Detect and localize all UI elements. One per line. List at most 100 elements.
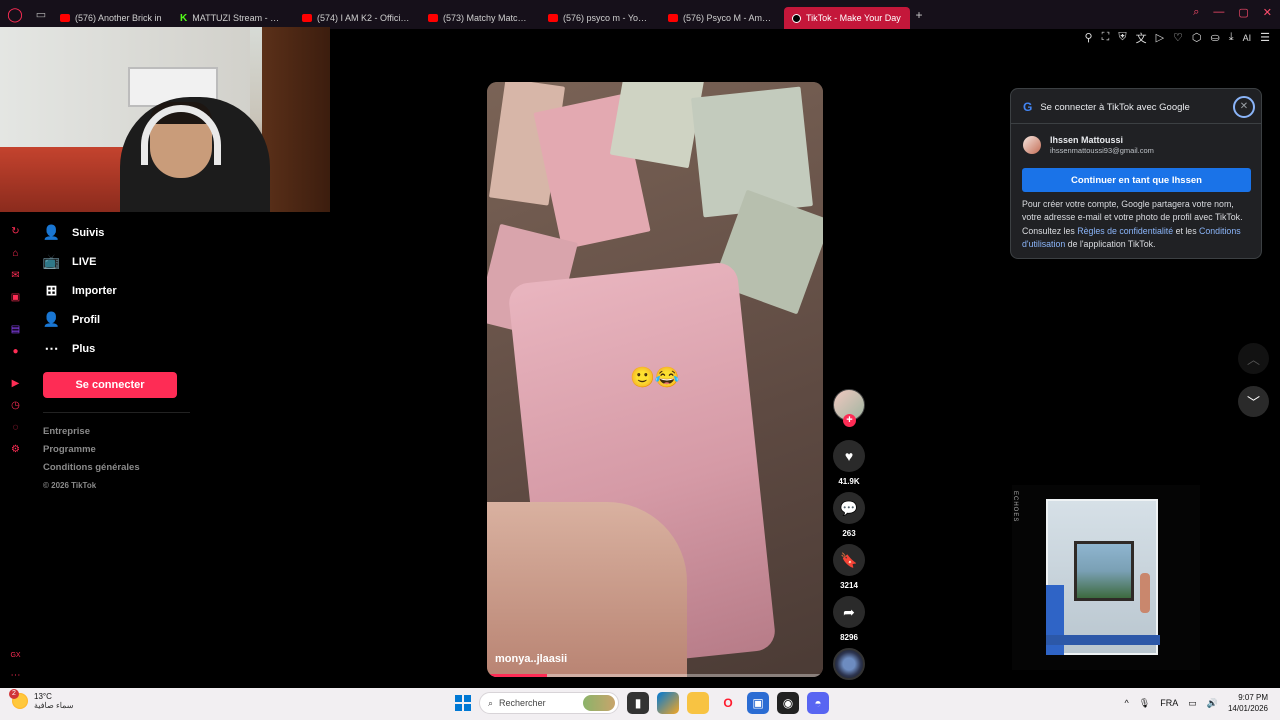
translate-icon[interactable]: 文: [1136, 30, 1147, 46]
extension-icon[interactable]: ●: [10, 346, 21, 357]
like-button[interactable]: ♥: [833, 440, 865, 472]
history-icon[interactable]: ↻: [10, 226, 21, 237]
twitch-icon[interactable]: ▤: [10, 324, 21, 335]
windows-taskbar: 2 13°C سماء صافية ⌕ Rechercher ▮ O ▣ ◉ ◓…: [0, 688, 1280, 720]
copilot-icon[interactable]: [657, 692, 679, 714]
browser-tab[interactable]: (576) Another Brick in: [52, 7, 170, 29]
nav-item-importer[interactable]: ⊞ Importer: [43, 276, 193, 305]
settings-icon[interactable]: ⚙: [10, 444, 21, 455]
consent-text-2: et les: [1173, 225, 1200, 236]
obs-icon[interactable]: ◉: [777, 692, 799, 714]
clock-icon[interactable]: ◷: [10, 400, 21, 411]
popup-close-button[interactable]: ✕: [1233, 96, 1255, 118]
nav-item-suivis[interactable]: 👤 Suivis: [43, 218, 193, 247]
tab-title: MATTUZI Stream - Watch: [192, 13, 284, 23]
browser-tab[interactable]: TikTok - Make Your Day: [784, 7, 910, 29]
browser-tab[interactable]: K MATTUZI Stream - Watch: [172, 7, 292, 29]
footer-link-program[interactable]: Programme: [43, 444, 140, 462]
chat-icon[interactable]: ◌: [10, 422, 21, 433]
next-video-button[interactable]: ﹀: [1238, 386, 1269, 417]
popup-title: Se connecter à TikTok avec Google: [1040, 101, 1190, 113]
tab-title: TikTok - Make Your Day: [806, 13, 901, 23]
video-progress[interactable]: [487, 674, 823, 677]
player-icon[interactable]: ▣: [10, 292, 21, 303]
profile-icon: 👤: [42, 311, 61, 327]
tab-title: (576) Psyco M - Amun Ra: [683, 13, 774, 23]
messenger-icon[interactable]: ✉: [10, 270, 21, 281]
microphone-icon[interactable]: 🎙: [1139, 698, 1150, 709]
download-icon[interactable]: ⤓: [1229, 31, 1234, 44]
account-avatar: [1023, 136, 1041, 154]
google-signin-popup: G Se connecter à TikTok avec Google ✕ Ih…: [1010, 88, 1262, 259]
more-sidebar-icon[interactable]: ⋯: [10, 670, 21, 681]
shield-icon[interactable]: ⛨: [1118, 31, 1126, 44]
chevron-up-icon[interactable]: ^: [1125, 698, 1129, 708]
weather-widget[interactable]: 2 13°C سماء صافية: [9, 689, 74, 710]
network-icon[interactable]: ▭: [1188, 698, 1197, 709]
account-row[interactable]: Ihssen Mattoussi ihssenmattoussi93@gmail…: [1023, 135, 1154, 155]
search-icon[interactable]: ⌕: [1193, 6, 1199, 19]
nav-item-label: Profil: [72, 313, 101, 326]
account-name: Ihssen Mattoussi: [1050, 135, 1124, 145]
pin-icon[interactable]: ⚲: [1085, 31, 1093, 44]
wallet-icon[interactable]: ⛀: [1211, 31, 1220, 44]
file-explorer-icon[interactable]: [687, 692, 709, 714]
continue-button[interactable]: Continuer en tant que Ihssen: [1022, 168, 1251, 192]
comment-button[interactable]: 💬: [833, 492, 865, 524]
opera-icon[interactable]: O: [717, 692, 739, 714]
video-author[interactable]: monya..jlaasii: [495, 653, 567, 665]
privacy-policy-link[interactable]: Règles de confidentialité: [1077, 226, 1173, 236]
clock[interactable]: 9:07 PM 14/01/2026: [1228, 692, 1268, 714]
play-icon[interactable]: ▷: [1156, 31, 1164, 44]
music-disc[interactable]: [833, 648, 865, 680]
save-button[interactable]: 🔖: [833, 544, 865, 576]
extensions-icon[interactable]: ⬡: [1192, 31, 1202, 44]
browser-tab[interactable]: (576) Psyco M - Amun Ra: [660, 7, 782, 29]
share-count: 8296: [840, 633, 858, 642]
store-icon[interactable]: ▣: [747, 692, 769, 714]
browser-tab[interactable]: (574) I AM K2 - Official M: [294, 7, 418, 29]
maximize-icon[interactable]: ▢: [1238, 6, 1248, 19]
notification-badge: 2: [9, 689, 19, 699]
share-button[interactable]: ➦: [833, 596, 865, 628]
album-spine-text: ECHOES: [1012, 491, 1018, 523]
discord-icon[interactable]: ◓: [807, 692, 829, 714]
follow-plus-icon[interactable]: +: [843, 414, 856, 427]
shopping-icon[interactable]: ⌂: [10, 248, 21, 259]
opera-logo-icon[interactable]: ◯: [0, 0, 30, 29]
nav-item-label: Plus: [72, 342, 96, 355]
volume-icon[interactable]: 🔊: [1207, 698, 1218, 709]
heart-icon: ♥: [844, 448, 854, 464]
tab-menu-icon[interactable]: ▭: [30, 0, 52, 29]
language-indicator[interactable]: FRA: [1160, 698, 1178, 708]
tab-title: (576) Another Brick in: [75, 13, 162, 23]
player-play-icon[interactable]: ▶: [10, 378, 21, 389]
footer-link-terms[interactable]: Conditions générales: [43, 462, 140, 480]
minimize-icon[interactable]: —: [1213, 6, 1224, 19]
taskbar-search[interactable]: ⌕ Rechercher: [479, 692, 619, 714]
footer-link-company[interactable]: Entreprise: [43, 426, 140, 444]
start-button[interactable]: [455, 695, 471, 711]
close-icon[interactable]: ✕: [1263, 6, 1272, 19]
taskview-icon[interactable]: ▮: [627, 692, 649, 714]
more-icon: ⋯: [44, 340, 59, 356]
heart-icon[interactable]: ♡: [1173, 31, 1183, 44]
video-player[interactable]: 🙂😂 monya..jlaasii: [487, 82, 823, 677]
tab-title: (576) psyco m - YouTube: [563, 13, 650, 23]
nav-item-plus[interactable]: ⋯ Plus: [43, 334, 193, 363]
new-tab-button[interactable]: +: [910, 8, 928, 22]
following-icon: 👤: [42, 224, 61, 240]
gx-icon[interactable]: GX: [10, 650, 21, 661]
nav-item-live[interactable]: 📺 LIVE: [43, 247, 193, 276]
upload-icon: ⊞: [45, 282, 58, 298]
previous-video-button[interactable]: ︿: [1238, 343, 1269, 374]
nav-item-profil[interactable]: 👤 Profil: [43, 305, 193, 334]
browser-tab[interactable]: (576) psyco m - YouTube: [540, 7, 658, 29]
snapshot-icon[interactable]: ⛶: [1102, 31, 1110, 44]
login-button[interactable]: Se connecter: [43, 372, 177, 398]
menu-icon[interactable]: ☰: [1260, 31, 1270, 44]
search-icon: ⌕: [488, 697, 494, 708]
browser-tab[interactable]: (573) Matchy Matchy 💞: [420, 7, 538, 29]
nav-item-label: Suivis: [72, 226, 105, 239]
ai-button[interactable]: AI: [1243, 33, 1252, 43]
